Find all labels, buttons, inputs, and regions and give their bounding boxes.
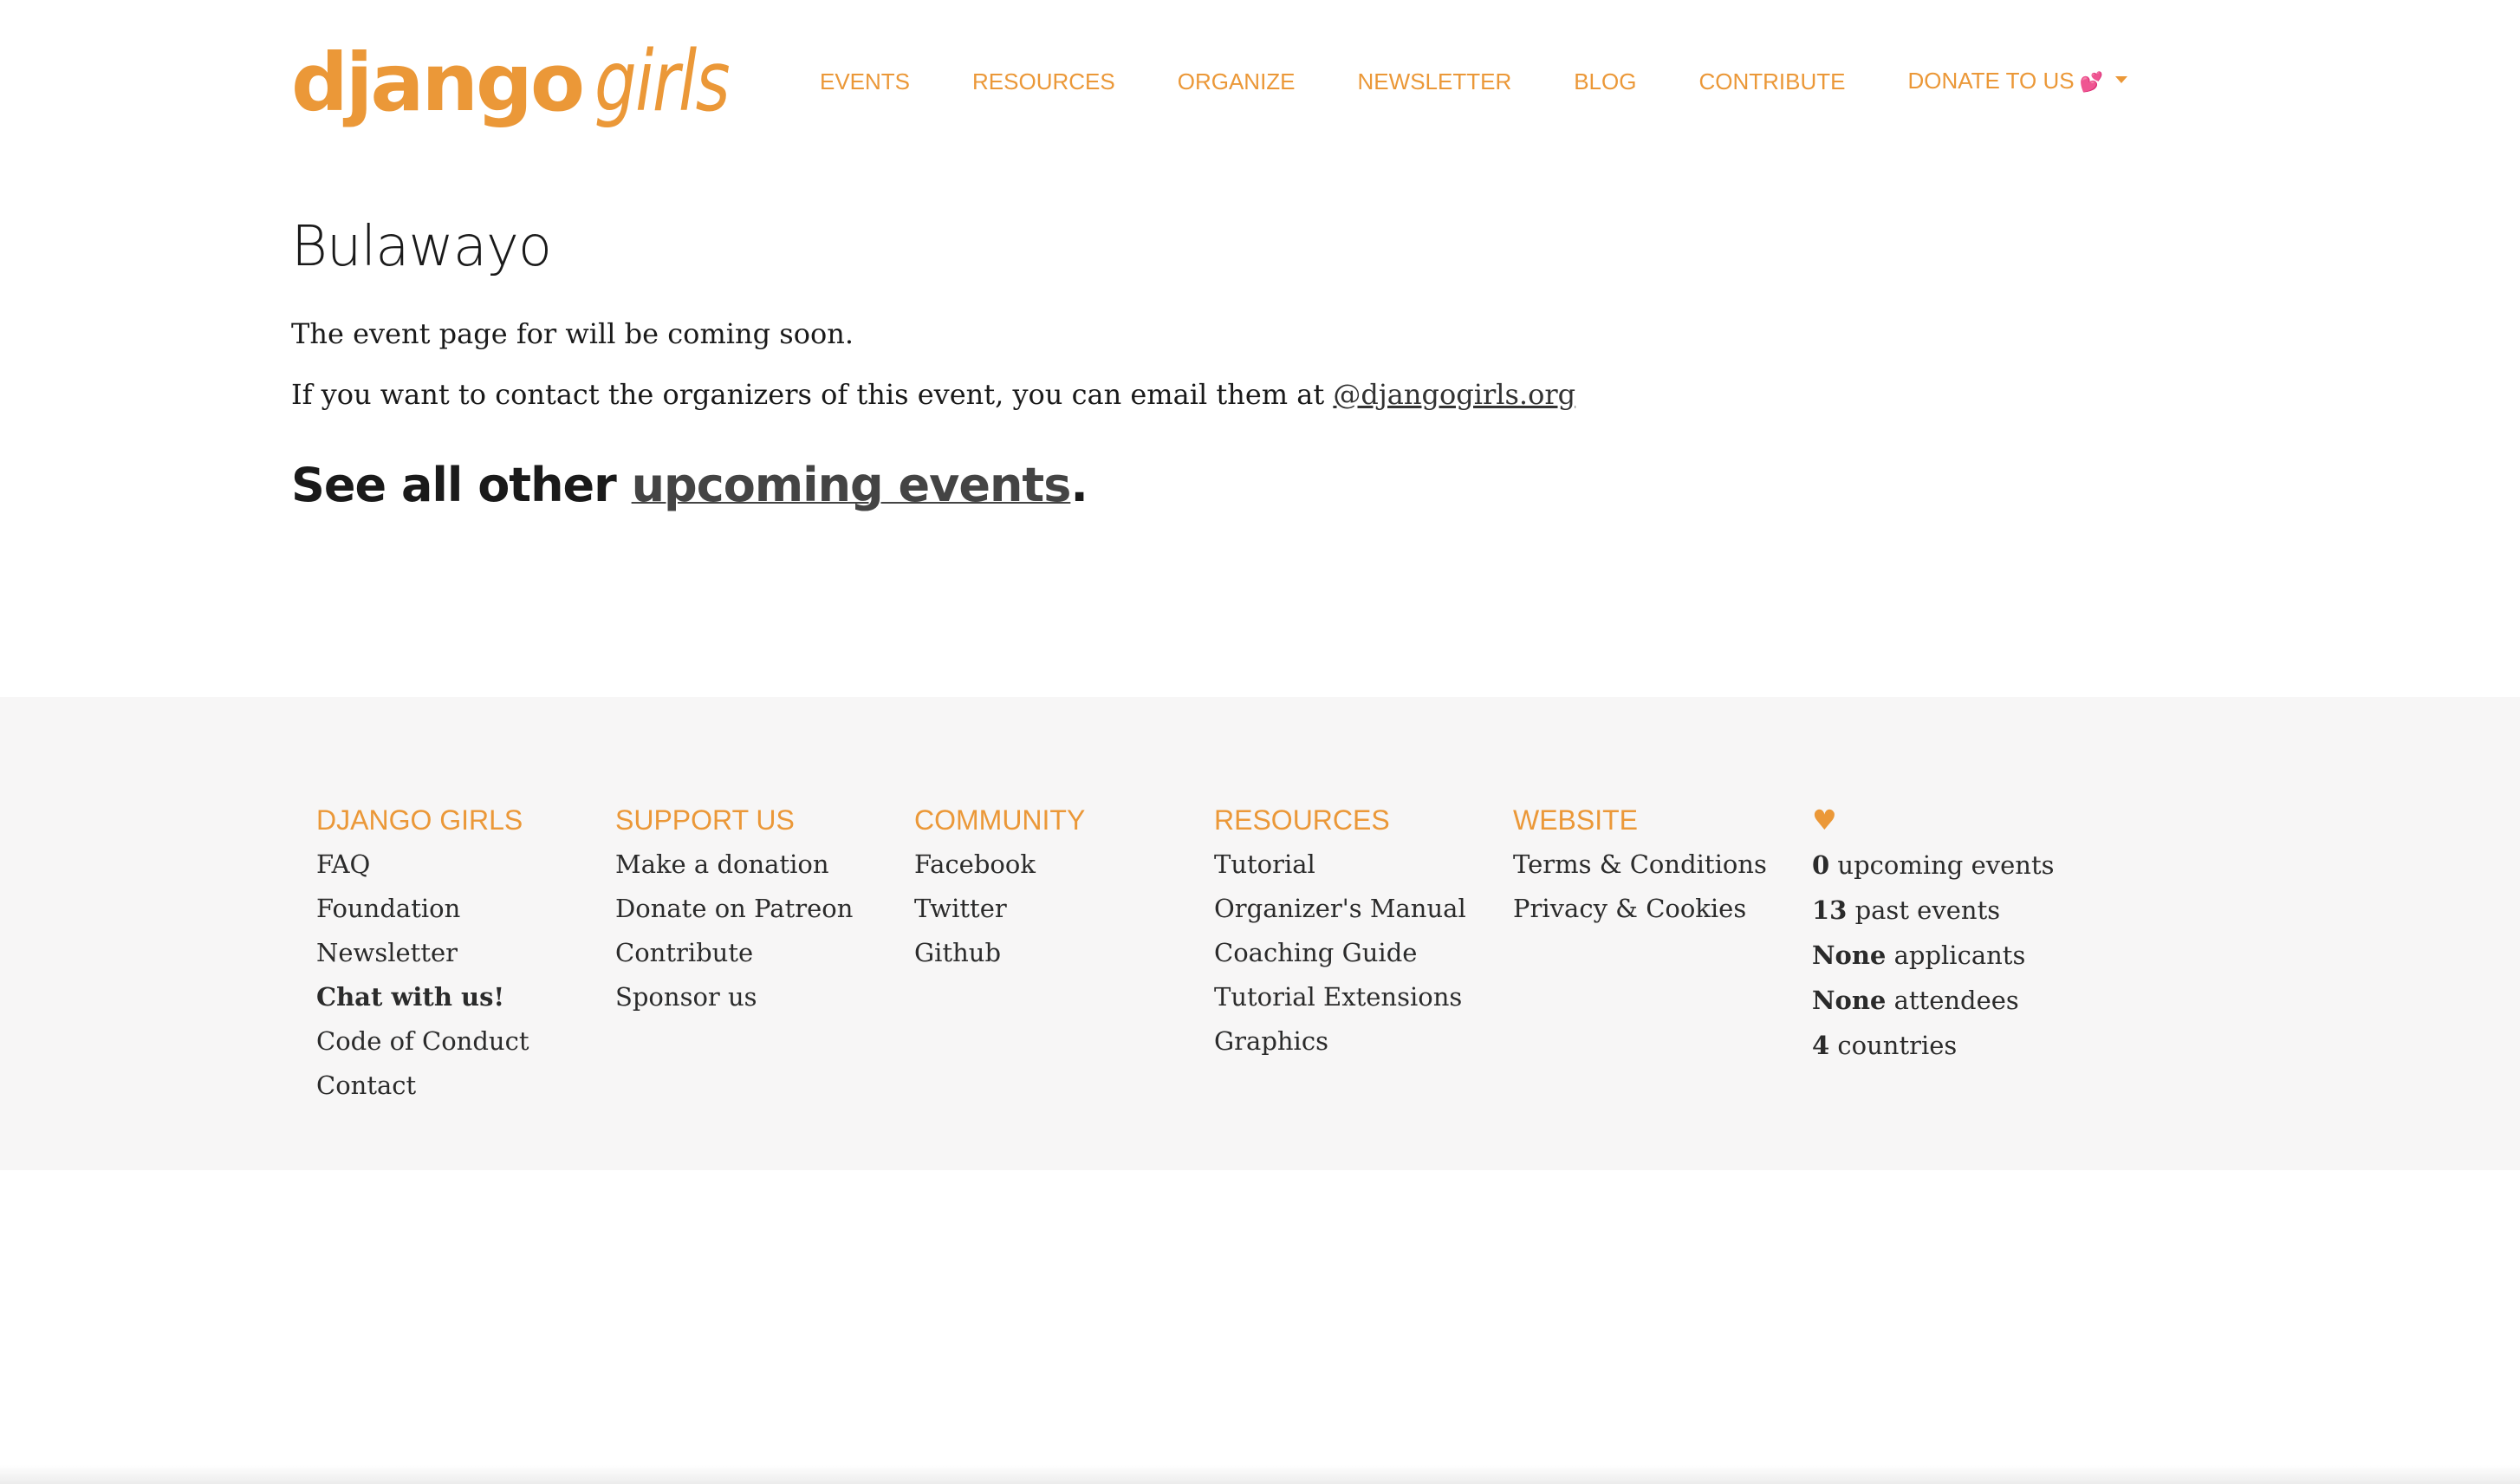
footer-link-faq[interactable]: FAQ — [316, 843, 602, 887]
footer-link-organizers-manual[interactable]: Organizer's Manual — [1214, 887, 1500, 931]
footer-col-stats: ♥ 0 upcoming events 13 past events None … — [1812, 797, 2098, 1068]
bottom-shadow-divider — [0, 1465, 2520, 1484]
contact-text: If you want to contact the organizers of… — [291, 378, 1334, 411]
two-hearts-icon: 💕 — [2079, 71, 2104, 94]
main-content: Bulawayo The event page for will be comi… — [291, 208, 2229, 522]
see-all-prefix: See all other — [291, 458, 632, 512]
heart-icon: ♥ — [1812, 804, 1837, 836]
stat-value: 0 — [1812, 850, 1830, 880]
footer-link-tutorial-extensions[interactable]: Tutorial Extensions — [1214, 975, 1500, 1019]
footer-link-patreon[interactable]: Donate on Patreon — [615, 887, 901, 931]
stat-value: None — [1812, 986, 1887, 1015]
footer-col-community: COMMUNITY Facebook Twitter Github — [914, 797, 1200, 975]
site-footer: DJANGO GIRLS FAQ Foundation Newsletter C… — [0, 697, 2520, 1170]
stat-label: attendees — [1886, 986, 2019, 1015]
caret-down-icon — [2115, 75, 2128, 83]
footer-col-support-us: SUPPORT US Make a donation Donate on Pat… — [615, 797, 901, 1019]
footer-link-tutorial[interactable]: Tutorial — [1214, 843, 1500, 887]
footer-link-code-of-conduct[interactable]: Code of Conduct — [316, 1019, 602, 1064]
stat-applicants: None applicants — [1812, 933, 2098, 978]
stat-label: applicants — [1886, 941, 2026, 970]
footer-link-graphics[interactable]: Graphics — [1214, 1019, 1500, 1064]
nav-blog[interactable]: BLOG — [1574, 64, 1636, 99]
footer-link-twitter[interactable]: Twitter — [914, 887, 1200, 931]
nav-newsletter[interactable]: NEWSLETTER — [1358, 64, 1512, 99]
page-title: Bulawayo — [291, 215, 552, 279]
footer-heading: SUPPORT US — [615, 804, 795, 836]
footer-link-chat[interactable]: Chat with us! — [316, 975, 602, 1019]
footer-link-make-donation[interactable]: Make a donation — [615, 843, 901, 887]
footer-link-foundation[interactable]: Foundation — [316, 887, 602, 931]
logo-django-text: django — [291, 36, 585, 129]
nav-donate-dropdown[interactable]: DONATE TO US 💕 — [1907, 63, 2128, 101]
footer-link-privacy[interactable]: Privacy & Cookies — [1513, 887, 1799, 931]
site-header: django girls EVENTS RESOURCES ORGANIZE N… — [0, 0, 2520, 156]
footer-col-resources: RESOURCES Tutorial Organizer's Manual Co… — [1214, 797, 1500, 1064]
nav-donate-label: DONATE TO US — [1907, 67, 2075, 94]
footer-heading: RESOURCES — [1214, 804, 1390, 836]
footer-link-sponsor[interactable]: Sponsor us — [615, 975, 901, 1019]
logo-girls-text: girls — [594, 33, 731, 130]
stat-past-events: 13 past events — [1812, 888, 2098, 933]
see-all-suffix: . — [1070, 458, 1088, 512]
django-girls-logo[interactable]: django girls — [291, 23, 763, 140]
nav-contribute[interactable]: CONTRIBUTE — [1698, 64, 1845, 99]
stat-value: 13 — [1812, 895, 1848, 925]
footer-link-newsletter[interactable]: Newsletter — [316, 931, 602, 975]
main-nav: EVENTS RESOURCES ORGANIZE NEWSLETTER BLO… — [820, 63, 2128, 101]
footer-link-contribute[interactable]: Contribute — [615, 931, 901, 975]
footer-link-coaching-guide[interactable]: Coaching Guide — [1214, 931, 1500, 975]
stat-value: 4 — [1812, 1031, 1830, 1060]
footer-col-django-girls: DJANGO GIRLS FAQ Foundation Newsletter C… — [316, 797, 602, 1108]
footer-heading: DJANGO GIRLS — [316, 804, 523, 836]
stat-countries: 4 countries — [1812, 1023, 2098, 1068]
nav-organize[interactable]: ORGANIZE — [1178, 64, 1296, 99]
contact-email-link[interactable]: @djangogirls.org — [1333, 378, 1575, 411]
contact-paragraph: If you want to contact the organizers of… — [291, 364, 2229, 425]
footer-link-github[interactable]: Github — [914, 931, 1200, 975]
stat-upcoming-events: 0 upcoming events — [1812, 843, 2098, 888]
see-all-heading: See all other upcoming events. — [291, 449, 2229, 522]
nav-resources[interactable]: RESOURCES — [972, 64, 1115, 99]
coming-soon-text: The event page for will be coming soon. — [291, 317, 854, 350]
footer-link-terms[interactable]: Terms & Conditions — [1513, 843, 1799, 887]
footer-heading: WEBSITE — [1513, 804, 1639, 836]
stat-value: None — [1812, 941, 1887, 970]
stat-label: countries — [1829, 1031, 1958, 1060]
upcoming-events-link[interactable]: upcoming events — [632, 458, 1072, 512]
footer-col-website: WEBSITE Terms & Conditions Privacy & Coo… — [1513, 797, 1799, 931]
stat-attendees: None attendees — [1812, 978, 2098, 1023]
footer-link-facebook[interactable]: Facebook — [914, 843, 1200, 887]
footer-heading: COMMUNITY — [914, 804, 1086, 836]
stat-label: past events — [1847, 895, 2001, 925]
nav-events[interactable]: EVENTS — [820, 64, 910, 99]
footer-link-contact[interactable]: Contact — [316, 1064, 602, 1108]
stat-label: upcoming events — [1829, 850, 2055, 880]
